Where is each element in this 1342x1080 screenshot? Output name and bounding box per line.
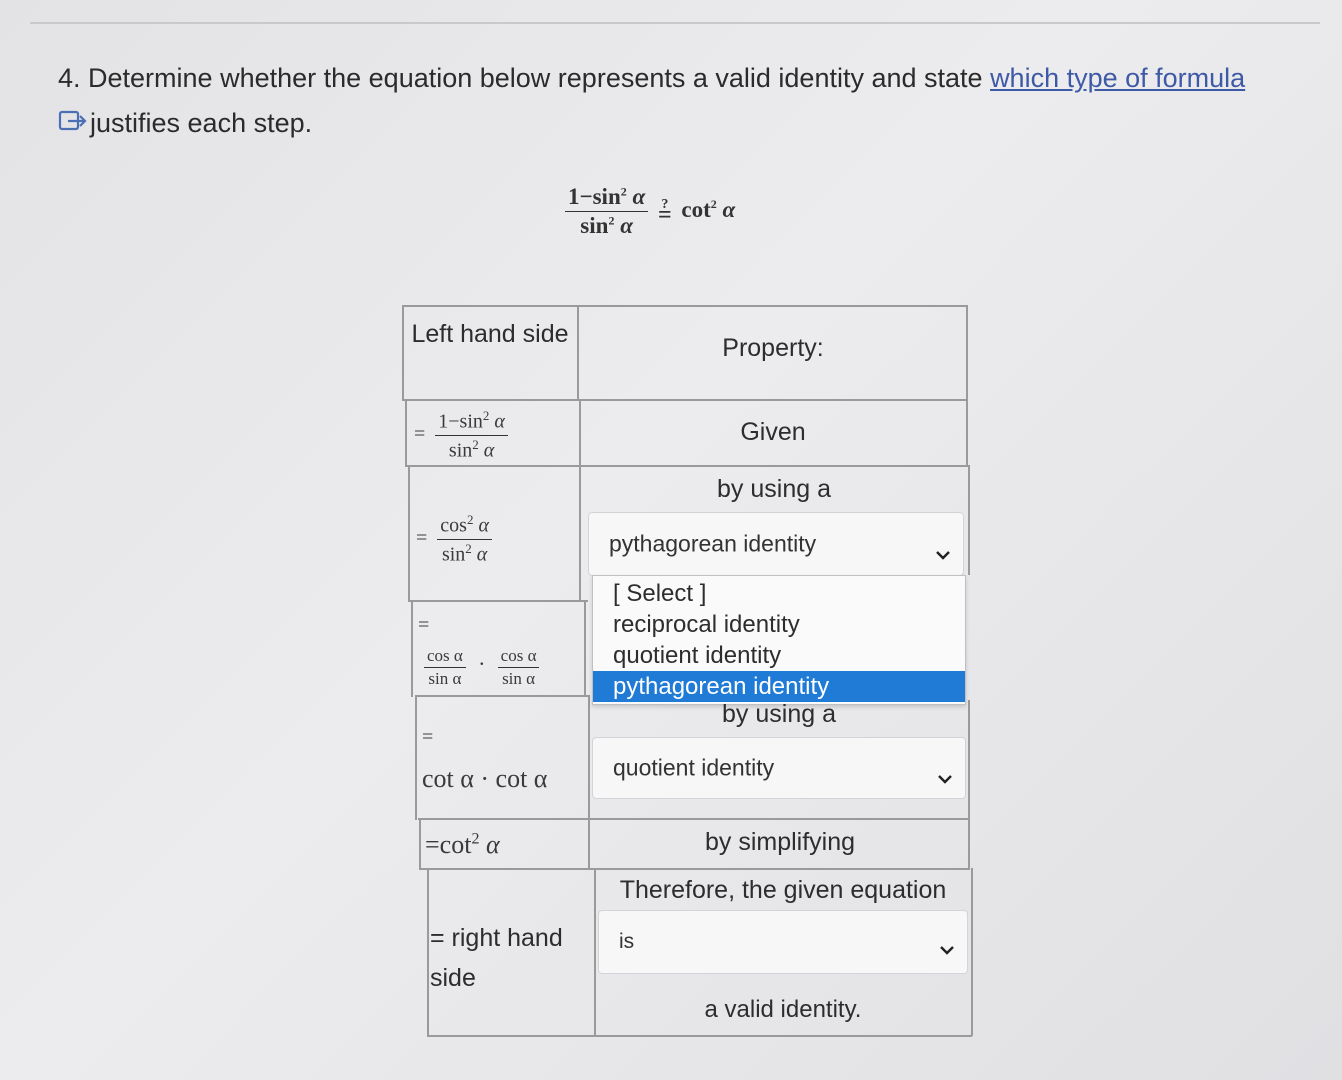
row4-identity-select[interactable]: quotient identity [592,737,966,799]
chevron-down-icon [939,937,955,955]
row4-eq: = [422,726,434,748]
row4-expression: cot α · cot α [422,764,548,793]
dropdown-option-pythagorean[interactable]: pythagorean identity [593,671,965,702]
row2-expression: = cos2 α sin2 α [416,512,492,566]
dropdown-option-quotient[interactable]: quotient identity [593,640,965,671]
row6-validity-select[interactable]: is [598,910,968,974]
row5-property: by simplifying [704,828,856,856]
formula-types-link[interactable]: which type of formula [990,63,1245,93]
dropdown-option-reciprocal[interactable]: reciprocal identity [593,609,965,640]
row2-label: by using a [717,475,831,503]
chevron-down-icon [935,539,951,560]
question-text: 4. Determine whether the equation below … [58,56,1328,147]
row4-select-value: quotient identity [613,754,775,781]
row3-expression: cos α sin α · cos α sin α [424,646,540,689]
dropdown-option-select[interactable]: [ Select ] [593,578,965,609]
question-prefix: 4. Determine whether the equation below … [58,63,991,93]
divider [30,22,1320,24]
row6-left-text: = right hand side [430,924,563,992]
chevron-down-icon [937,763,953,784]
row1-expression: = 1−sin2 α sin2 α [414,408,508,462]
header-left-hand-side: Left hand side [411,320,569,348]
row2-identity-select[interactable]: pythagorean identity [588,512,964,576]
external-link-icon [58,102,88,147]
main-equation: 1−sin2 α sin2 α ? = cot2 α [565,184,735,239]
row3-label: by using a [722,700,836,728]
row6-label: Therefore, the given equation [619,876,947,904]
row2-select-value: pythagorean identity [609,530,817,557]
question-line2: justifies each step. [90,108,313,138]
row6-tail: a valid identity. [704,996,862,1023]
header-property: Property: [722,334,824,362]
identity-dropdown-list[interactable]: [ Select ] reciprocal identity quotient … [592,575,966,705]
row1-property: Given [740,418,806,446]
row5-expression: =cot2 α [425,830,500,859]
row3-eq: = [418,614,430,636]
row6-select-value: is [619,930,635,953]
